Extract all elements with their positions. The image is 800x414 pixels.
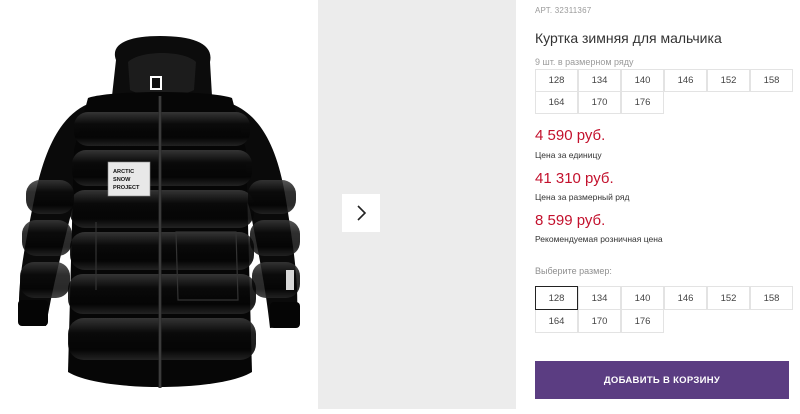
pack-size-cell: 140 — [621, 69, 664, 92]
pack-size-cell: 134 — [578, 69, 621, 92]
article-value: 32311367 — [554, 6, 592, 15]
svg-text:PROJECT: PROJECT — [113, 185, 140, 191]
size-option-134[interactable]: 134 — [578, 286, 621, 310]
size-option-176[interactable]: 176 — [621, 309, 664, 333]
pack-size-cell: 128 — [535, 69, 578, 92]
size-option-158[interactable]: 158 — [750, 286, 793, 310]
pack-sizes-grid: 128 134 140 146 152 158 164 170 176 — [535, 69, 793, 114]
article-label: АРТ. — [535, 6, 553, 15]
product-gallery: ARCTIC SNOW PROJECT — [0, 0, 520, 409]
svg-text:SNOW: SNOW — [113, 177, 131, 183]
product-title: Куртка зимняя для мальчика — [535, 30, 722, 46]
retail-price-note: Рекомендуемая розничная цена — [535, 234, 663, 244]
row-price-note: Цена за размерный ряд — [535, 192, 630, 202]
size-selector-label: Выберите размер: — [535, 266, 612, 276]
pack-size-cell: 158 — [750, 69, 793, 92]
size-selector: 128 134 140 146 152 158 164 170 176 — [535, 286, 793, 333]
unit-price: 4 590 руб. — [535, 127, 606, 144]
size-option-146[interactable]: 146 — [664, 286, 707, 310]
gallery-next-button[interactable] — [342, 194, 380, 232]
add-to-cart-button[interactable]: ДОБАВИТЬ В КОРЗИНУ — [535, 361, 789, 399]
jacket-image: ARCTIC SNOW PROJECT — [18, 36, 300, 388]
product-photo[interactable]: ARCTIC SNOW PROJECT — [0, 0, 318, 409]
size-option-164[interactable]: 164 — [535, 309, 578, 333]
pack-size-cell: 170 — [578, 91, 621, 114]
product-info: АРТ. 32311367 Куртка зимняя для мальчика… — [535, 0, 800, 409]
size-option-128[interactable]: 128 — [535, 286, 578, 310]
pack-size-cell: 176 — [621, 91, 664, 114]
svg-text:ARCTIC: ARCTIC — [113, 169, 134, 175]
size-option-140[interactable]: 140 — [621, 286, 664, 310]
size-option-152[interactable]: 152 — [707, 286, 750, 310]
pack-size-cell: 164 — [535, 91, 578, 114]
pack-size-cell: 146 — [664, 69, 707, 92]
unit-price-note: Цена за единицу — [535, 150, 602, 160]
chevron-right-icon — [357, 205, 367, 221]
size-option-170[interactable]: 170 — [578, 309, 621, 333]
pack-note: 9 шт. в размерном ряду — [535, 57, 634, 67]
row-price: 41 310 руб. — [535, 170, 614, 187]
retail-price: 8 599 руб. — [535, 212, 606, 229]
article-number: АРТ. 32311367 — [535, 6, 591, 15]
pack-size-cell: 152 — [707, 69, 750, 92]
